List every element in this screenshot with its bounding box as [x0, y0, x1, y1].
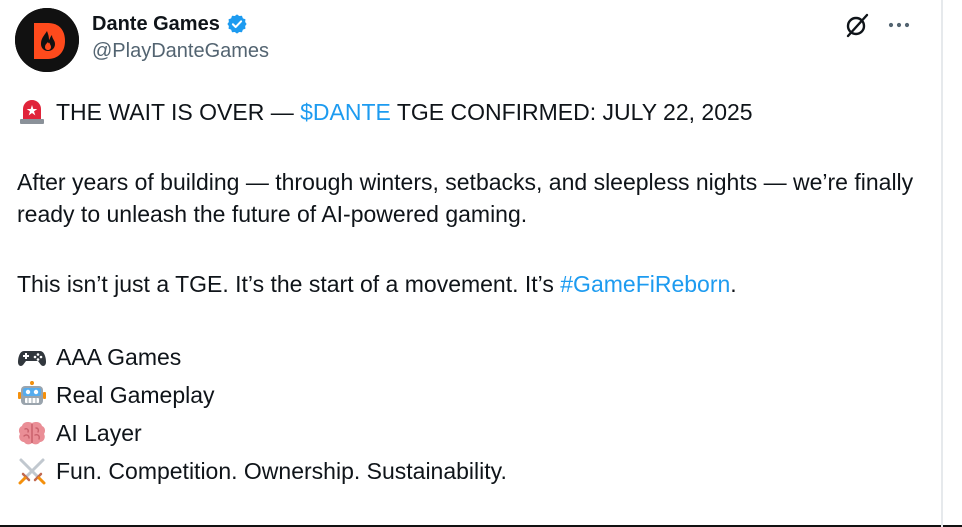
headline-text-start: THE WAIT IS OVER — — [56, 99, 301, 125]
list-item-text: Fun. Competition. Ownership. Sustainabil… — [56, 458, 507, 484]
game-controller-icon — [17, 343, 47, 371]
robot-icon — [17, 381, 47, 409]
column-divider — [941, 0, 943, 527]
dante-logo-icon — [15, 8, 79, 72]
paragraph-3: This isn’t just a TGE. It’s the start of… — [17, 268, 932, 300]
name-row: Dante Games — [92, 10, 269, 38]
list-item: Fun. Competition. Ownership. Sustainabil… — [17, 452, 932, 490]
list-item-text: Real Gameplay — [56, 382, 215, 408]
author-handle[interactable]: @PlayDanteGames — [92, 40, 269, 63]
paragraph-2: After years of building — through winter… — [17, 169, 914, 227]
avatar[interactable] — [15, 8, 79, 72]
hashtag-link[interactable]: #GameFiReborn — [560, 271, 730, 297]
verified-badge-icon[interactable] — [226, 13, 248, 35]
list-item: AAA Games — [17, 338, 932, 376]
post-actions — [842, 10, 914, 40]
siren-icon — [17, 97, 47, 125]
headline-text-end: TGE CONFIRMED: JULY 22, 2025 — [390, 99, 753, 125]
cashtag-link[interactable]: $DANTE — [300, 99, 391, 125]
post-card: Dante Games @PlayDanteGames THE WAIT IS … — [0, 0, 962, 527]
post-text: THE WAIT IS OVER — $DANTE TGE CONFIRMED:… — [17, 96, 932, 490]
more-options-icon[interactable] — [884, 10, 914, 40]
grok-icon[interactable] — [842, 10, 872, 40]
list-item-text: AI Layer — [56, 420, 142, 446]
list-item: AI Layer — [17, 414, 932, 452]
paragraph-3-text: This isn’t just a TGE. It’s the start of… — [17, 271, 561, 297]
display-name[interactable]: Dante Games — [92, 13, 220, 36]
list-item: Real Gameplay — [17, 376, 932, 414]
brain-icon — [17, 419, 47, 447]
list-item-text: AAA Games — [56, 344, 182, 370]
headline-line: THE WAIT IS OVER — $DANTE TGE CONFIRMED:… — [17, 96, 932, 128]
crossed-swords-icon — [17, 457, 47, 485]
feature-list: AAA Games Real Gameplay AI Layer Fun. Co… — [17, 338, 932, 490]
paragraph-3-end: . — [730, 271, 737, 297]
author-info: Dante Games @PlayDanteGames — [92, 10, 269, 63]
